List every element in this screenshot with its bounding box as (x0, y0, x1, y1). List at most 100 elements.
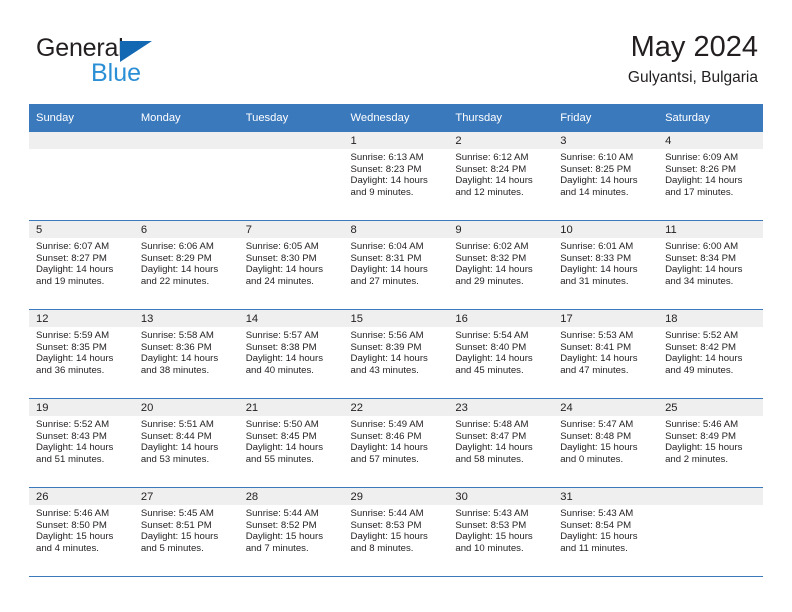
daylight-duration: Daylight: 14 hours and 14 minutes. (560, 175, 638, 198)
day-number: 26 (29, 488, 134, 505)
sunset-time: Sunset: 8:38 PM (245, 341, 317, 353)
day-number: 19 (29, 399, 134, 416)
calendar-day-cell[interactable]: 25 Sunrise: 5:46 AM Sunset: 8:49 PM Dayligh… (658, 398, 763, 488)
day-number: 7 (238, 221, 344, 238)
day-number: 10 (553, 221, 659, 238)
day-number: 21 (238, 399, 344, 416)
day-sun-info: Sunrise: 5:49 AM Sunset: 8:46 PM Daylight:… (344, 416, 449, 465)
calendar-cell-empty (658, 487, 763, 577)
calendar-day-cell[interactable]: 4 Sunrise: 6:09 AM Sunset: 8:26 PM Daylight… (658, 132, 763, 221)
calendar-day-cell[interactable]: 23 Sunrise: 5:48 AM Sunset: 8:47 PM Dayligh… (448, 398, 554, 488)
calendar-day-cell[interactable]: 12 Sunrise: 5:59 AM Sunset: 8:35 PM Dayligh… (29, 309, 134, 399)
weekday-header-wednesday: Wednesday (343, 104, 449, 132)
day-sun-info: Sunrise: 6:12 AM Sunset: 8:24 PM Daylight:… (448, 149, 553, 198)
day-number: 4 (658, 132, 763, 149)
sunrise-time: Sunrise: 6:04 AM (350, 241, 424, 252)
weekday-header-thursday: Thursday (448, 104, 554, 132)
sunset-time: Sunset: 8:33 PM (560, 252, 632, 264)
sunset-time: Sunset: 8:50 PM (36, 519, 107, 531)
calendar-day-cell[interactable]: 18 Sunrise: 5:52 AM Sunset: 8:42 PM Dayligh… (658, 309, 763, 399)
daylight-duration: Daylight: 15 hours and 8 minutes. (350, 531, 428, 554)
calendar-week-row: 5 Sunrise: 6:07 AM Sunset: 8:27 PM Daylight… (29, 220, 763, 310)
sunrise-time: Sunrise: 6:00 AM (665, 241, 739, 252)
day-sun-info: Sunrise: 5:52 AM Sunset: 8:42 PM Daylight:… (658, 327, 763, 376)
daylight-duration: Daylight: 14 hours and 38 minutes. (140, 353, 219, 376)
calendar-day-cell[interactable]: 1 Sunrise: 6:13 AM Sunset: 8:23 PM Daylight… (343, 132, 449, 221)
day-number: 14 (238, 310, 344, 327)
daylight-duration: Daylight: 14 hours and 55 minutes. (245, 442, 324, 465)
calendar-day-cell[interactable]: 13 Sunrise: 5:58 AM Sunset: 8:36 PM Dayligh… (133, 309, 239, 399)
page-subtitle: Gulyantsi, Bulgaria (627, 69, 758, 86)
calendar-day-cell[interactable]: 22 Sunrise: 5:49 AM Sunset: 8:46 PM Dayligh… (343, 398, 449, 488)
day-number: 18 (658, 310, 763, 327)
calendar-day-cell[interactable]: 3 Sunrise: 6:10 AM Sunset: 8:25 PM Daylight… (553, 132, 659, 221)
sunset-time: Sunset: 8:25 PM (560, 163, 632, 175)
daylight-duration: Daylight: 14 hours and 19 minutes. (36, 264, 114, 287)
daylight-duration: Daylight: 14 hours and 36 minutes. (36, 353, 114, 376)
day-sun-info: Sunrise: 5:56 AM Sunset: 8:39 PM Daylight:… (344, 327, 449, 376)
sunrise-time: Sunrise: 5:46 AM (36, 508, 110, 519)
calendar-day-cell[interactable]: 21 Sunrise: 5:50 AM Sunset: 8:45 PM Dayligh… (238, 398, 344, 488)
calendar-week-row: 12 Sunrise: 5:59 AM Sunset: 8:35 PM Dayligh… (29, 309, 763, 399)
calendar-day-cell[interactable]: 28 Sunrise: 5:44 AM Sunset: 8:52 PM Dayligh… (238, 487, 344, 577)
title-block: May 2024 Gulyantsi, Bulgaria (628, 30, 758, 88)
day-sun-info: Sunrise: 5:57 AM Sunset: 8:38 PM Daylight:… (239, 327, 344, 376)
calendar-day-cell[interactable]: 7 Sunrise: 6:05 AM Sunset: 8:30 PM Daylight… (238, 220, 344, 310)
calendar-day-cell[interactable]: 17 Sunrise: 5:53 AM Sunset: 8:41 PM Dayligh… (553, 309, 659, 399)
day-sun-info: Sunrise: 5:50 AM Sunset: 8:45 PM Daylight:… (239, 416, 344, 465)
sunset-time: Sunset: 8:43 PM (36, 430, 107, 442)
day-sun-info: Sunrise: 5:44 AM Sunset: 8:53 PM Daylight:… (344, 505, 449, 554)
day-sun-info: Sunrise: 5:54 AM Sunset: 8:40 PM Daylight:… (448, 327, 553, 376)
calendar-day-cell[interactable]: 26 Sunrise: 5:46 AM Sunset: 8:50 PM Dayligh… (29, 487, 134, 577)
sunset-time: Sunset: 8:29 PM (140, 252, 212, 264)
calendar-day-cell[interactable]: 6 Sunrise: 6:06 AM Sunset: 8:29 PM Daylight… (133, 220, 239, 310)
calendar-day-cell[interactable]: 19 Sunrise: 5:52 AM Sunset: 8:43 PM Dayligh… (29, 398, 134, 488)
daylight-duration: Daylight: 14 hours and 12 minutes. (455, 175, 533, 198)
calendar-day-cell[interactable]: 27 Sunrise: 5:45 AM Sunset: 8:51 PM Dayligh… (133, 487, 239, 577)
day-sun-info: Sunrise: 5:46 AM Sunset: 8:50 PM Daylight:… (29, 505, 134, 554)
sunrise-time: Sunrise: 5:52 AM (665, 330, 739, 341)
sunset-time: Sunset: 8:36 PM (140, 341, 212, 353)
sunrise-time: Sunrise: 6:10 AM (560, 152, 634, 163)
sunset-time: Sunset: 8:35 PM (36, 341, 107, 353)
sunrise-time: Sunrise: 6:12 AM (455, 152, 529, 163)
calendar-day-cell[interactable]: 2 Sunrise: 6:12 AM Sunset: 8:24 PM Daylight… (448, 132, 554, 221)
calendar-day-cell[interactable]: 9 Sunrise: 6:02 AM Sunset: 8:32 PM Daylight… (448, 220, 554, 310)
day-sun-info: Sunrise: 6:10 AM Sunset: 8:25 PM Daylight:… (553, 149, 658, 198)
calendar-day-cell[interactable]: 8 Sunrise: 6:04 AM Sunset: 8:31 PM Daylight… (343, 220, 449, 310)
calendar-day-cell[interactable]: 29 Sunrise: 5:44 AM Sunset: 8:53 PM Dayligh… (343, 487, 449, 577)
day-number: 28 (238, 488, 344, 505)
calendar-day-cell[interactable]: 24 Sunrise: 5:47 AM Sunset: 8:48 PM Dayligh… (553, 398, 659, 488)
calendar-header-row: Sunday Monday Tuesday Wednesday Thursday… (29, 104, 763, 132)
day-sun-info: Sunrise: 6:06 AM Sunset: 8:29 PM Daylight:… (134, 238, 239, 287)
daylight-duration: Daylight: 14 hours and 34 minutes. (665, 264, 743, 287)
calendar-day-cell[interactable]: 20 Sunrise: 5:51 AM Sunset: 8:44 PM Dayligh… (133, 398, 239, 488)
calendar-day-cell[interactable]: 30 Sunrise: 5:43 AM Sunset: 8:53 PM Dayligh… (448, 487, 554, 577)
day-sun-info: Sunrise: 5:43 AM Sunset: 8:53 PM Daylight:… (448, 505, 553, 554)
calendar-page: General Blue May 2024 Gulyantsi, Bulgari… (0, 0, 792, 612)
day-number: 25 (658, 399, 763, 416)
sunrise-time: Sunrise: 5:45 AM (140, 508, 214, 519)
day-sun-info: Sunrise: 6:00 AM Sunset: 8:34 PM Daylight:… (658, 238, 763, 287)
calendar-day-cell[interactable]: 10 Sunrise: 6:01 AM Sunset: 8:33 PM Dayligh… (553, 220, 659, 310)
day-sun-info: Sunrise: 5:47 AM Sunset: 8:48 PM Daylight:… (553, 416, 658, 465)
day-sun-info: Sunrise: 6:04 AM Sunset: 8:31 PM Daylight:… (344, 238, 449, 287)
weekday-header-friday: Friday (553, 104, 659, 132)
calendar-day-cell[interactable]: 15 Sunrise: 5:56 AM Sunset: 8:39 PM Dayligh… (343, 309, 449, 399)
sunrise-time: Sunrise: 5:54 AM (455, 330, 529, 341)
calendar-day-cell[interactable]: 11 Sunrise: 6:00 AM Sunset: 8:34 PM Dayligh… (658, 220, 763, 310)
calendar-day-cell[interactable]: 14 Sunrise: 5:57 AM Sunset: 8:38 PM Dayligh… (238, 309, 344, 399)
day-sun-info: Sunrise: 5:59 AM Sunset: 8:35 PM Daylight:… (29, 327, 134, 376)
sunset-time: Sunset: 8:27 PM (36, 252, 107, 264)
calendar-day-cell[interactable]: 5 Sunrise: 6:07 AM Sunset: 8:27 PM Daylight… (29, 220, 134, 310)
sunset-time: Sunset: 8:44 PM (140, 430, 212, 442)
day-sun-info: Sunrise: 5:44 AM Sunset: 8:52 PM Daylight:… (239, 505, 344, 554)
day-number: 17 (553, 310, 659, 327)
general-blue-logo[interactable]: General Blue (36, 36, 256, 92)
day-number: 12 (29, 310, 134, 327)
day-number (29, 132, 134, 149)
logo-text-general: General (36, 34, 124, 62)
daylight-duration: Daylight: 15 hours and 10 minutes. (455, 531, 533, 554)
calendar-day-cell[interactable]: 16 Sunrise: 5:54 AM Sunset: 8:40 PM Dayligh… (448, 309, 554, 399)
calendar-day-cell[interactable]: 31 Sunrise: 5:43 AM Sunset: 8:54 PM Dayligh… (553, 487, 659, 577)
